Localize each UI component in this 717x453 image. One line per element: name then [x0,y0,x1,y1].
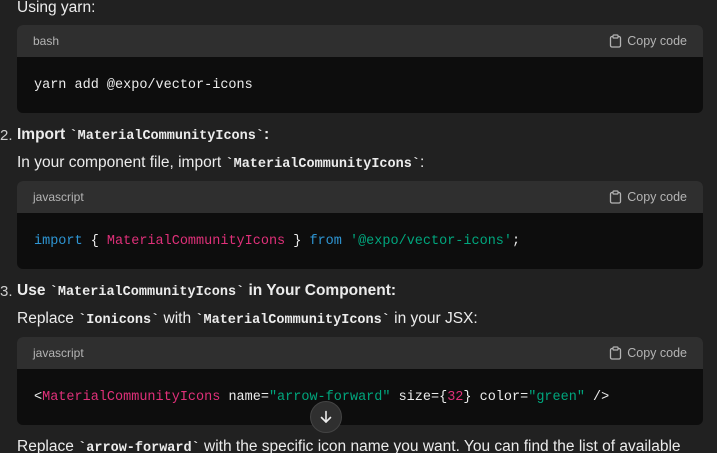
intro-text: Using yarn: [17,0,96,16]
arrow-down-icon [320,410,332,423]
copy-code-button[interactable]: Copy code [609,34,687,48]
code-string: "green" [528,389,585,405]
copy-code-label: Copy code [627,190,687,204]
code-punct: /> [584,389,610,405]
inline-code: `arrow-forward` [78,441,200,453]
step-title-text: : [263,126,270,143]
code-keyword: import [34,233,83,249]
step-description-text: in your JSX: [389,310,478,327]
code-block-jsx: javascript Copy code < MaterialCommunityI… [17,337,703,425]
step-title-text: Import [17,126,70,143]
code-attr: size={ [390,389,448,405]
inline-code: `MaterialCommunityIcons` [49,285,245,300]
code-punct: ; [512,233,521,249]
code-body: import { MaterialCommunityIcons } from '… [17,213,703,269]
copy-code-label: Copy code [627,34,687,48]
inline-code: `MaterialCommunityIcons` [69,129,264,144]
copy-code-label: Copy code [627,346,687,360]
footer-text-part: with the specific icon name you want. Yo… [199,438,681,453]
code-punct: } [285,233,310,249]
code-line: yarn add @expo/vector-icons [34,77,253,93]
code-tag: MaterialCommunityIcons [42,389,221,405]
copy-code-button[interactable]: Copy code [609,190,687,204]
list-number: 2. [0,127,13,144]
code-header: bash Copy code [17,25,703,57]
step-description: In your component file, import `Material… [17,153,424,175]
inline-code: `Ionicons` [78,313,160,328]
code-keyword: from [309,233,342,249]
code-number: 32 [447,389,464,405]
code-body: < MaterialCommunityIcons name= "arrow-forw… [17,369,703,425]
footer-text-part: Replace [17,438,79,453]
step-description: Replace `Ionicons` with `MaterialCommuni… [17,309,478,331]
step-description-text: : [419,154,425,171]
step-description-text: with [159,310,196,327]
list-number: 3. [0,283,13,300]
code-block-yarn: bash Copy code yarn add @expo/vector-ico… [17,25,703,113]
step-description-text: Replace [17,310,79,327]
code-punct: { [82,233,107,249]
code-language-label: javascript [33,190,84,204]
code-header: javascript Copy code [17,181,703,213]
copy-code-button[interactable]: Copy code [609,346,687,360]
chat-message-content: Using yarn: bash Copy code yarn add @exp… [0,0,717,453]
clipboard-icon [610,346,622,360]
code-attr: } color= [463,389,529,405]
code-punct: < [34,389,43,405]
clipboard-icon [610,34,622,48]
code-header: javascript Copy code [17,337,703,369]
step-title: Import `MaterialCommunityIcons`: [17,125,269,147]
footer-text: Replace `arrow-forward` with the specifi… [17,437,681,453]
code-attr: name= [220,389,269,405]
step-title: Use `MaterialCommunityIcons` in Your Com… [17,281,396,303]
step-title-text: Use [17,282,50,299]
step-title-text: in Your Component: [244,282,397,299]
code-block-import: javascript Copy code import { MaterialCo… [17,181,703,269]
code-string: '@expo/vector-icons' [349,233,513,249]
code-language-label: javascript [33,346,84,360]
inline-code: `MaterialCommunityIcons` [225,157,420,172]
clipboard-icon [610,190,622,204]
code-body: yarn add @expo/vector-icons [17,57,703,113]
inline-code: `MaterialCommunityIcons` [195,313,390,328]
step-description-text: In your component file, import [17,154,226,171]
code-language-label: bash [33,34,60,48]
code-identifier: MaterialCommunityIcons [106,233,286,249]
scroll-to-bottom-button[interactable] [310,401,342,433]
